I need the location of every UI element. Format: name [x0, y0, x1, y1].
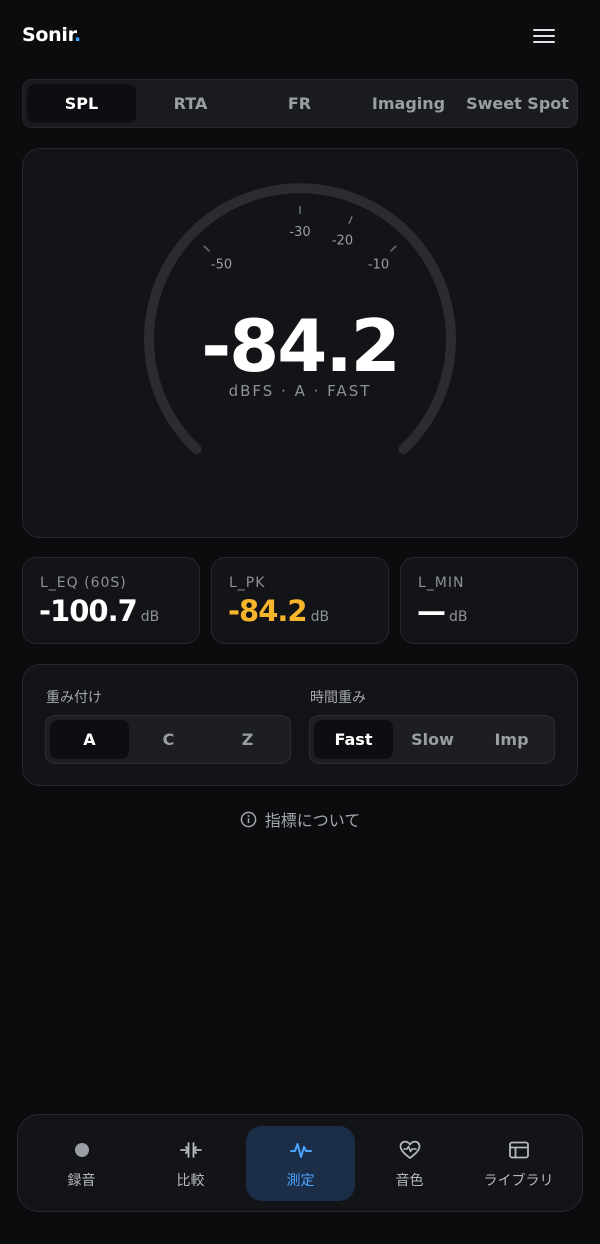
stat-unit: dB [310, 609, 330, 625]
waveform-icon [289, 1142, 312, 1158]
nav-measure[interactable]: 測定 [246, 1126, 355, 1201]
gauge-tick-label: -10 [368, 258, 389, 273]
compare-icon [179, 1141, 202, 1158]
gauge-tick-label: -50 [211, 258, 232, 273]
stat-card-lmin: L_MIN — dB [400, 557, 578, 644]
spl-unit-line: dBFS · A · FAST [228, 382, 372, 400]
stat-value: — dB [417, 594, 468, 628]
nav-compare[interactable]: 比較 [136, 1126, 245, 1201]
stat-value: -84.2 dB [228, 594, 330, 628]
time-option-slow[interactable]: Slow [393, 720, 472, 759]
stat-label: L_PK [229, 575, 266, 591]
nav-label: 測定 [286, 1172, 315, 1189]
gauge-tick-mark [203, 245, 211, 253]
weighting-option-z[interactable]: Z [208, 720, 287, 759]
spl-gauge: -50 -30 -20 -10 [144, 183, 456, 455]
nav-label: 録音 [67, 1172, 96, 1189]
stat-unit: dB [449, 609, 468, 625]
nav-label: 比較 [176, 1172, 205, 1189]
library-icon [508, 1141, 529, 1158]
gauge-ticks: -50 -30 -20 -10 [203, 206, 397, 273]
weighting-option-c[interactable]: C [129, 720, 208, 759]
record-dot-icon [74, 1142, 89, 1157]
time-option-imp[interactable]: Imp [472, 720, 551, 759]
nav-label: 音色 [395, 1172, 424, 1189]
gauge-tick-mark [348, 216, 353, 225]
weighting-segment: A C Z [45, 715, 291, 764]
stat-label: L_MIN [418, 575, 465, 591]
gauge-tick-label: -30 [289, 225, 310, 240]
stat-value: -100.7 dB [39, 594, 160, 628]
time-weighting-segment: Fast Slow Imp [309, 715, 555, 764]
info-icon [240, 811, 257, 827]
weighting-label: 重み付け [46, 690, 102, 706]
gauge-tick-mark [389, 245, 397, 253]
nav-library[interactable]: ライブラリ [464, 1126, 573, 1201]
weighting-settings-card: 重み付け A C Z 時間重み Fast Slow Imp [22, 664, 578, 786]
stat-unit: dB [140, 609, 160, 625]
stat-card-leq: L_EQ (60S) -100.7 dB [22, 557, 200, 644]
bottom-navigation: 録音 比較 測定 音色 ライブラリ [17, 1114, 583, 1212]
weighting-option-a[interactable]: A [50, 720, 129, 759]
about-metrics-link[interactable]: 指標について [0, 806, 600, 832]
stat-card-lpk: L_PK -84.2 dB [211, 557, 389, 644]
nav-record[interactable]: 録音 [27, 1126, 136, 1201]
heart-pulse-icon [399, 1140, 420, 1159]
stat-label: L_EQ (60S) [40, 575, 127, 591]
app-root: Sonir. SPL RTA FR Imaging Sweet Spot -50… [0, 0, 600, 1244]
gauge-tick-label: -20 [332, 233, 353, 248]
nav-label: ライブラリ [483, 1172, 554, 1189]
nav-timbre[interactable]: 音色 [355, 1126, 464, 1201]
time-weighting-label: 時間重み [310, 690, 366, 706]
about-metrics-label: 指標について [264, 811, 361, 830]
spl-value: -84.2 [201, 304, 401, 388]
time-option-fast[interactable]: Fast [314, 720, 393, 759]
